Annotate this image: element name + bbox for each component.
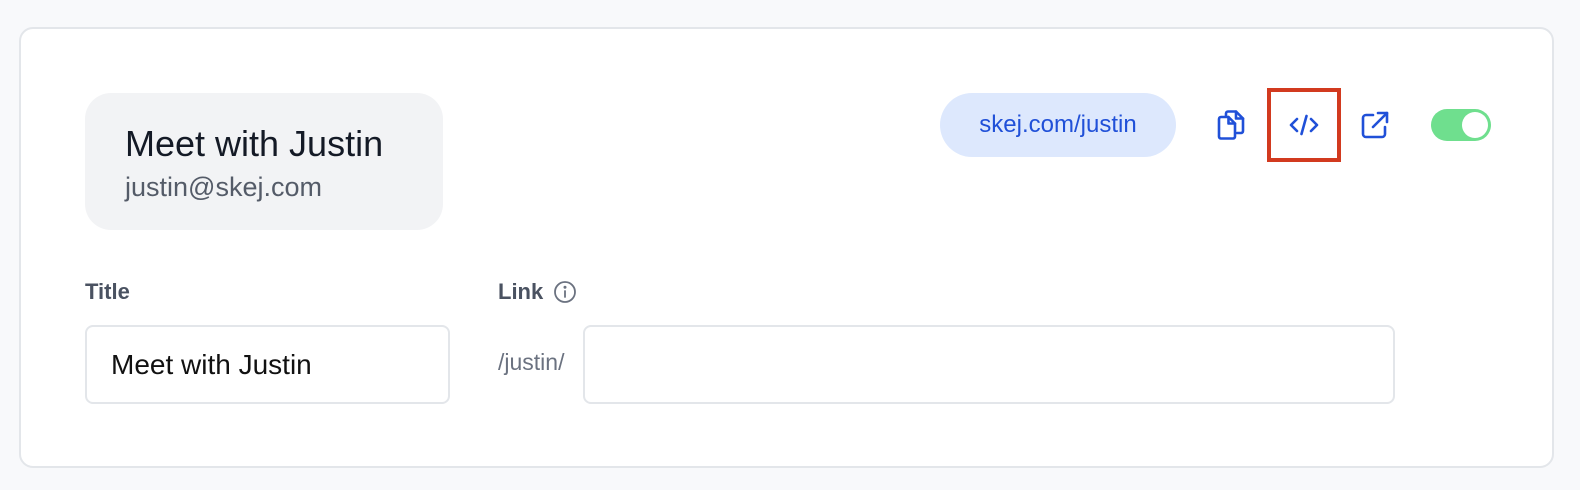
event-type-card: Meet with Justin justin@skej.com skej.co… — [19, 27, 1554, 468]
info-icon[interactable] — [553, 280, 577, 304]
event-enabled-toggle[interactable] — [1431, 109, 1491, 141]
title-input[interactable] — [85, 325, 450, 404]
link-label: Link — [498, 279, 544, 304]
copy-link-button[interactable] — [1199, 93, 1263, 157]
booking-url-link[interactable]: skej.com/justin — [940, 93, 1176, 157]
title-label: Title — [85, 279, 130, 304]
link-slug-input[interactable] — [583, 325, 1395, 404]
embed-code-button[interactable] — [1272, 93, 1336, 157]
toggle-knob — [1462, 112, 1488, 138]
profile-email: justin@skej.com — [125, 172, 322, 202]
code-embed-icon — [1288, 112, 1320, 138]
link-prefix: /justin/ — [498, 349, 565, 375]
open-link-button[interactable] — [1343, 93, 1407, 157]
external-link-icon — [1360, 110, 1390, 140]
profile-name: Meet with Justin — [125, 123, 384, 164]
profile-summary: Meet with Justin justin@skej.com — [85, 93, 443, 230]
copy-icon — [1216, 109, 1246, 141]
